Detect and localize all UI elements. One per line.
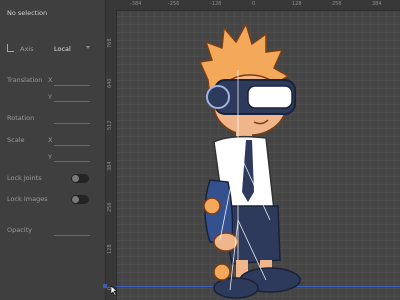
ruler-left: 768 640 512 384 256 128 0 (106, 10, 117, 300)
axis-dropdown-value[interactable]: Local (54, 45, 71, 53)
ruler-top-tick: 0 (252, 1, 256, 7)
scale-label: Scale (7, 136, 25, 144)
properties-panel: No selection Axis Local Translation X Y … (0, 0, 106, 300)
translation-x-field[interactable] (54, 85, 90, 86)
ruler-top-tick: -256 (168, 1, 180, 7)
ruler-top-tick: 256 (332, 1, 342, 7)
character-illustration[interactable] (170, 10, 320, 300)
scale-x-label: X (48, 136, 53, 144)
lock-images-label: Lock Images (7, 195, 48, 203)
rotation-field[interactable] (54, 123, 90, 124)
lock-images-toggle[interactable] (71, 195, 89, 204)
opacity-label: Opacity (7, 226, 33, 234)
opacity-field[interactable] (54, 235, 90, 236)
translation-x-label: X (48, 76, 53, 84)
ruler-top-tick: 384 (372, 1, 382, 7)
ruler-top-tick: -128 (210, 1, 222, 7)
ruler-left-tick: 512 (107, 120, 113, 130)
scale-y-field[interactable] (54, 161, 90, 162)
ruler-left-tick: 384 (107, 161, 113, 171)
scale-y-label: Y (48, 153, 52, 161)
scale-x-field[interactable] (54, 145, 90, 146)
ruler-top-tick: -384 (130, 1, 142, 7)
translation-y-field[interactable] (54, 101, 90, 102)
mouse-cursor-icon (111, 286, 118, 296)
axis-label: Axis (20, 45, 34, 53)
translation-label: Translation (7, 76, 43, 84)
goggles-earpiece (206, 85, 230, 109)
ruler-left-tick: 640 (107, 78, 113, 88)
axis-icon (7, 44, 14, 52)
ruler-left-tick: 256 (107, 202, 113, 212)
selection-status: No selection (7, 9, 48, 17)
lock-joints-label: Lock Joints (7, 174, 42, 182)
rotation-label: Rotation (7, 114, 35, 122)
origin-marker (103, 284, 107, 288)
ruler-left-tick: 128 (107, 244, 113, 254)
translation-y-label: Y (48, 93, 52, 101)
lock-joints-toggle[interactable] (71, 174, 89, 183)
ruler-left-tick: 768 (107, 38, 113, 48)
ruler-top-tick: 128 (292, 1, 302, 7)
chevron-down-icon[interactable] (86, 46, 90, 49)
